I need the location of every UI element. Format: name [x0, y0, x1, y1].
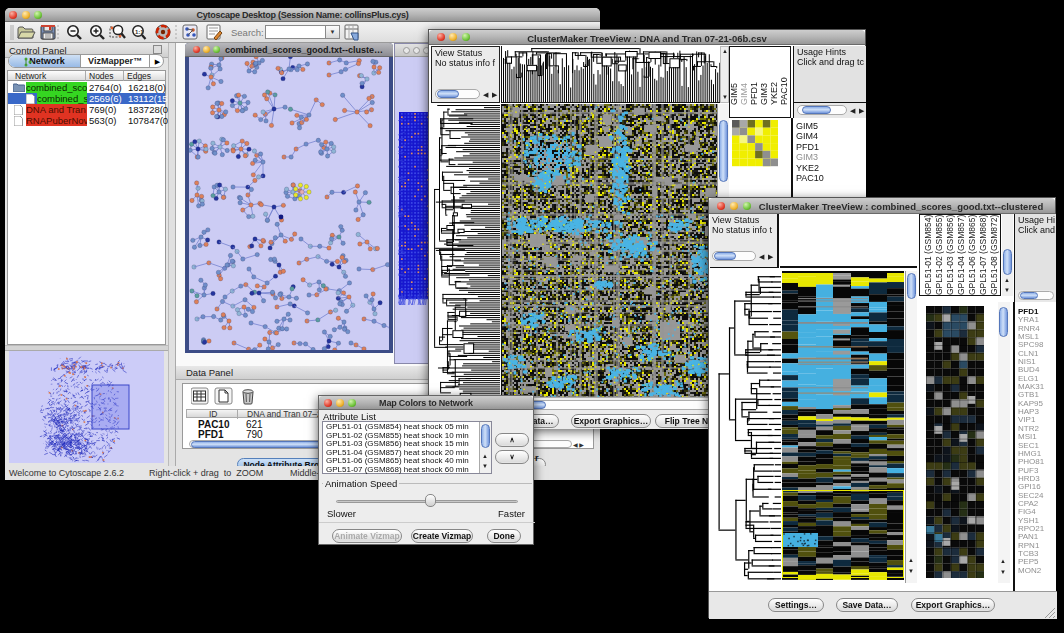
svg-text:1:1: 1:1 [135, 29, 144, 35]
